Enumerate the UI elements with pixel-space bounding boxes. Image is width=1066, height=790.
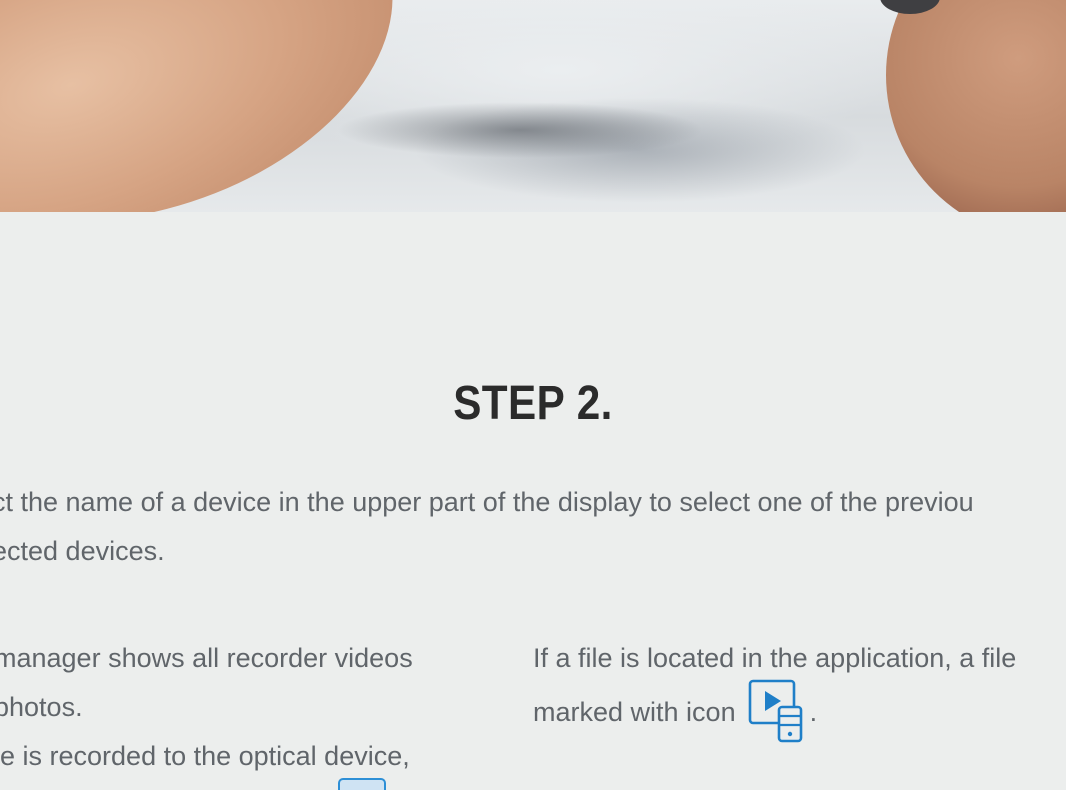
hero-hand-left bbox=[0, 0, 439, 212]
left-column-line-1: manager shows all recorder videos bbox=[0, 643, 413, 673]
inline-icon-partial bbox=[338, 778, 386, 790]
right-column-text: If a file is located in the application,… bbox=[533, 634, 1016, 745]
left-column-text: manager shows all recorder videos photos… bbox=[0, 634, 413, 781]
play-on-phone-icon bbox=[748, 679, 802, 743]
intro-text: ct the name of a device in the upper par… bbox=[0, 478, 974, 576]
step-title: STEP 2. bbox=[453, 377, 613, 430]
hero-hand-right bbox=[886, 0, 1066, 212]
left-column-line-3: le is recorded to the optical device, bbox=[0, 741, 410, 771]
right-column-line-2: marked with icon . bbox=[533, 679, 1016, 745]
hero-image bbox=[0, 0, 1066, 212]
right-column-line-2-label: marked with icon bbox=[533, 697, 736, 728]
right-column-line-2-end: . bbox=[809, 697, 818, 728]
intro-line-1: ct the name of a device in the upper par… bbox=[0, 487, 974, 517]
intro-line-2: ected devices. bbox=[0, 536, 165, 566]
right-column-line-1: If a file is located in the application,… bbox=[533, 643, 1017, 673]
left-column-line-2: photos. bbox=[0, 692, 83, 722]
